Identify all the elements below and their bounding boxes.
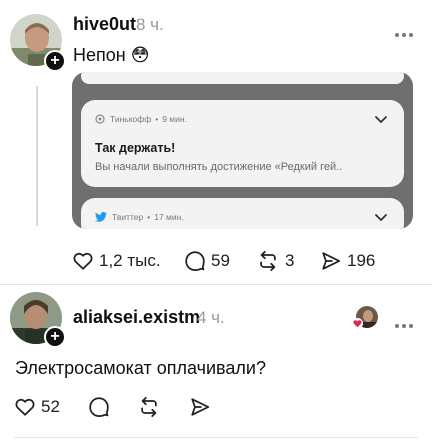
like-button[interactable]: 52	[14, 396, 60, 418]
notification-body: Вы начали выполнять достижение «Редкий г…	[95, 161, 343, 173]
more-options-icon[interactable]	[395, 24, 417, 37]
notification-app-row: Твиттер • 17 мин.	[95, 212, 184, 222]
paper-plane-icon	[322, 252, 341, 270]
share-count: 196	[347, 251, 376, 270]
chevron-down-icon[interactable]	[374, 211, 388, 225]
post-username[interactable]: aliaksei.existm	[73, 307, 200, 328]
share-button[interactable]: 196	[320, 250, 375, 272]
notification-card-top	[81, 72, 404, 84]
repost-count: 3	[285, 251, 295, 270]
follow-plus-icon[interactable]: +	[44, 50, 66, 72]
heart-icon	[15, 398, 35, 416]
more-options-icon[interactable]	[395, 315, 417, 328]
notification-time: 9 мин.	[162, 114, 187, 124]
post-timestamp: 8 ч.	[136, 15, 164, 34]
notification-app-row: Тинькофф • 9 мин.	[95, 114, 187, 124]
notification-card-twitter: Твиттер • 17 мин.	[81, 198, 404, 229]
reply-count: 59	[211, 251, 230, 270]
post-timestamp: 4 ч.	[197, 308, 225, 327]
repost-arrows-icon	[260, 250, 276, 272]
repost-arrows-icon	[141, 396, 157, 418]
tinkoff-app-icon	[95, 114, 105, 124]
post-username[interactable]: hive0ut	[73, 14, 136, 35]
like-button[interactable]: 1,2 тыс.	[72, 250, 161, 272]
thread-line	[36, 86, 38, 226]
repost-button[interactable]: 3	[256, 250, 294, 272]
paper-plane-icon	[191, 398, 210, 416]
share-button[interactable]	[189, 396, 216, 418]
reply-button[interactable]: 59	[184, 250, 230, 272]
twitter-bird-icon	[95, 212, 107, 222]
heart-badge-icon	[352, 318, 363, 329]
notification-app-name: Твиттер	[112, 212, 144, 222]
notification-time: 17 мин.	[154, 212, 184, 222]
chevron-down-icon[interactable]	[374, 113, 388, 127]
post-text: Электросамокат оплачивали?	[15, 358, 266, 378]
comment-bubble-icon	[185, 251, 205, 271]
notification-app-name: Тинькофф	[110, 114, 152, 124]
post-image-screenshot[interactable]: Тинькофф • 9 мин. Так держать! Вы начали…	[72, 72, 413, 229]
post-divider	[0, 284, 432, 285]
repost-button[interactable]	[137, 396, 166, 418]
follow-plus-icon[interactable]: +	[44, 326, 66, 348]
like-count: 52	[41, 397, 60, 416]
heart-icon	[73, 252, 93, 270]
comment-bubble-icon	[89, 397, 109, 417]
post-text: Непон 😳	[73, 45, 150, 65]
like-count: 1,2 тыс.	[99, 251, 161, 270]
notification-title: Так держать!	[95, 141, 176, 155]
notification-card: Тинькофф • 9 мин. Так держать! Вы начали…	[81, 100, 404, 187]
reply-button[interactable]	[88, 396, 115, 418]
post-divider	[14, 437, 418, 438]
